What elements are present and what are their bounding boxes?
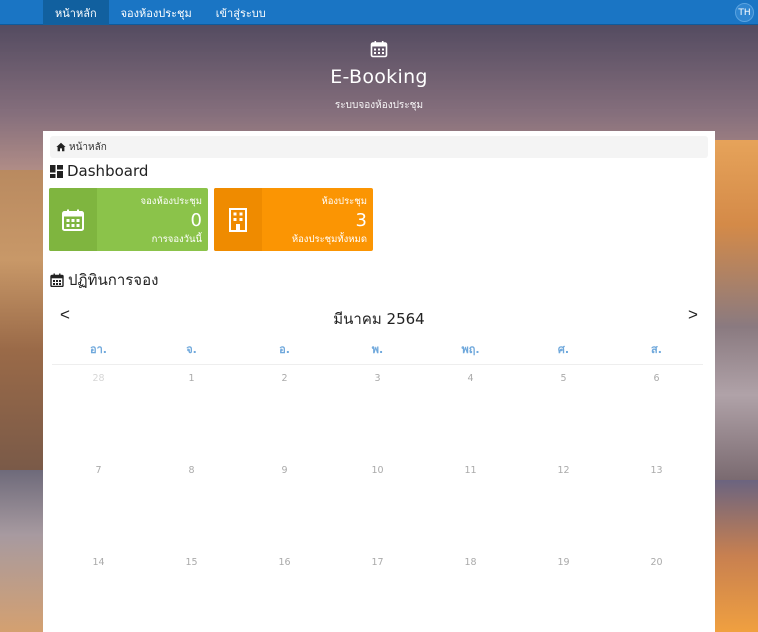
stat-label: จองห้องประชุม — [140, 196, 202, 207]
calendar-day[interactable]: 4 — [424, 365, 517, 457]
nav-item-login[interactable]: เข้าสู่ระบบ — [204, 0, 278, 25]
language-switch[interactable]: TH — [735, 3, 754, 22]
calendar-day[interactable]: 12 — [517, 457, 610, 549]
weekday-header: ศ. — [517, 339, 610, 365]
background-scenery-lower-right — [714, 480, 758, 632]
calendar-day[interactable]: 6 — [610, 365, 703, 457]
background-scenery-right — [714, 140, 758, 480]
stat-value: 0 — [190, 210, 202, 231]
dashboard-icon — [50, 164, 63, 178]
home-icon — [56, 142, 66, 152]
calendar-day[interactable]: 17 — [331, 549, 424, 632]
calendar-day[interactable]: 20 — [610, 549, 703, 632]
calendar-day[interactable]: 11 — [424, 457, 517, 549]
stat-label: ห้องประชุม — [321, 196, 367, 207]
weekday-header: พ. — [331, 339, 424, 365]
background-scenery-lower-left — [0, 470, 44, 632]
hero-header: E-Booking ระบบจองห้องประชุม — [0, 40, 758, 113]
calendar-day[interactable]: 8 — [145, 457, 238, 549]
main-panel: หน้าหลัก Dashboard จองห้องประชุม 0 การจอ… — [43, 131, 715, 632]
calendar-icon — [370, 40, 388, 58]
calendar-day[interactable]: 18 — [424, 549, 517, 632]
calendar-icon — [50, 273, 64, 287]
stat-value: 3 — [355, 210, 367, 231]
calendar-day[interactable]: 15 — [145, 549, 238, 632]
calendar-day[interactable]: 13 — [610, 457, 703, 549]
stat-sublabel: การจองวันนี้ — [151, 234, 202, 245]
stat-card-rooms-total[interactable]: ห้องประชุม 3 ห้องประชุมทั้งหมด — [214, 188, 373, 251]
site-title: E-Booking — [330, 66, 428, 88]
calendar-day[interactable]: 2 — [238, 365, 331, 457]
calendar-day[interactable]: 1 — [145, 365, 238, 457]
nav-item-home[interactable]: หน้าหลัก — [43, 0, 109, 25]
calendar-day[interactable]: 10 — [331, 457, 424, 549]
stat-card-bookings-today[interactable]: จองห้องประชุม 0 การจองวันนี้ — [49, 188, 208, 251]
stat-sublabel: ห้องประชุมทั้งหมด — [291, 234, 367, 245]
calendar-month-label: มีนาคม 2564 — [333, 310, 425, 328]
stat-text: จองห้องประชุม 0 การจองวันนี้ — [141, 194, 202, 247]
site-subtitle: ระบบจองห้องประชุม — [334, 100, 424, 111]
weekday-header: จ. — [145, 339, 238, 365]
weekday-header: พฤ. — [424, 339, 517, 365]
next-month-button[interactable]: > — [683, 305, 703, 325]
calendar-icon — [49, 188, 97, 251]
weekday-header: อ. — [238, 339, 331, 365]
calendar-day[interactable]: 28 — [52, 365, 145, 457]
calendar-day[interactable]: 7 — [52, 457, 145, 549]
top-navbar: หน้าหลัก จองห้องประชุม เข้าสู่ระบบ TH — [0, 0, 758, 25]
stat-text: ห้องประชุม 3 ห้องประชุมทั้งหมด — [292, 194, 367, 247]
dashboard-heading: Dashboard — [50, 162, 148, 180]
background-scenery-left — [0, 170, 44, 470]
weekday-header: ส. — [610, 339, 703, 365]
calendar-day[interactable]: 5 — [517, 365, 610, 457]
breadcrumb-home[interactable]: หน้าหลัก — [69, 140, 107, 155]
calendar-grid: อา. จ. อ. พ. พฤ. ศ. ส. 28 1 2 3 4 5 6 7 … — [52, 339, 703, 632]
calendar-day[interactable]: 3 — [331, 365, 424, 457]
calendar-heading: ปฏิทินการจอง — [50, 268, 158, 292]
dashboard-title: Dashboard — [67, 162, 149, 180]
calendar-day[interactable]: 19 — [517, 549, 610, 632]
breadcrumb: หน้าหลัก — [50, 136, 708, 158]
calendar-day[interactable]: 9 — [238, 457, 331, 549]
nav-menu: หน้าหลัก จองห้องประชุม เข้าสู่ระบบ — [43, 0, 278, 25]
calendar-day[interactable]: 16 — [238, 549, 331, 632]
calendar-title: ปฏิทินการจอง — [68, 271, 159, 289]
calendar-toolbar: < มีนาคม 2564 > — [43, 305, 715, 328]
building-icon — [214, 188, 262, 251]
calendar-day[interactable]: 14 — [52, 549, 145, 632]
weekday-header: อา. — [52, 339, 145, 365]
nav-item-booking[interactable]: จองห้องประชุม — [109, 0, 204, 25]
